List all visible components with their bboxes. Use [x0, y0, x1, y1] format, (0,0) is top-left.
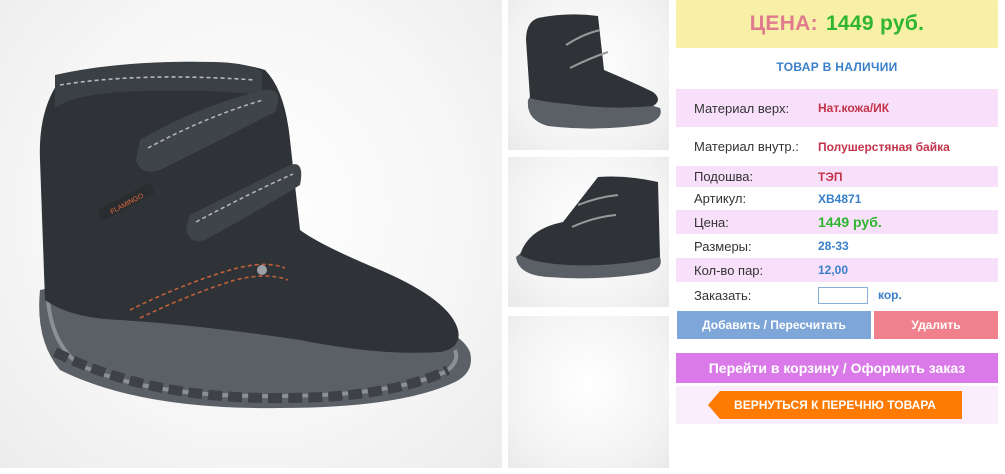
main-product-photo[interactable]: FLAMINGO [0, 0, 502, 468]
thumbnail-2[interactable] [508, 157, 669, 307]
attr-row-pairs-count: Кол-во пар: 12,00 [676, 258, 998, 282]
attr-row-price: Цена: 1449 руб. [676, 210, 998, 234]
attr-value: Нат.кожа/ИК [818, 101, 890, 115]
delete-button[interactable]: Удалить [874, 311, 998, 339]
attr-row-sole: Подошва: ТЭП [676, 166, 998, 187]
back-to-list-button[interactable]: ВЕРНУТЬСЯ К ПЕРЕЧНЮ ТОВАРА [708, 391, 962, 419]
attr-label: Материал верх: [694, 100, 790, 116]
order-label: Заказать: [694, 287, 752, 303]
attr-label: Цена: [694, 214, 729, 230]
price-banner-label: ЦЕНА: [749, 12, 818, 35]
attr-label: Артикул: [694, 191, 747, 206]
add-recalculate-button[interactable]: Добавить / Пересчитать [677, 311, 871, 339]
thumbnail-1[interactable] [508, 0, 669, 150]
attr-row-material-inner: Материал внутр.: Полушерстяная байка [676, 127, 998, 166]
attr-value: 12,00 [818, 263, 849, 277]
price-banner-value: 1449 руб. [825, 12, 925, 35]
attr-row-sizes: Размеры: 28-33 [676, 234, 998, 258]
thumbnail-3[interactable] [508, 316, 669, 468]
attr-value: ТЭП [818, 169, 843, 184]
boot-main-image: FLAMINGO [39, 61, 472, 409]
attr-label: Размеры: [694, 238, 752, 254]
attr-value: Полушерстяная байка [818, 139, 950, 154]
price-banner: ЦЕНА: 1449 руб. [676, 0, 998, 48]
attr-label: Кол-во пар: [694, 262, 764, 278]
stock-status: ТОВАР В НАЛИЧИИ [776, 60, 898, 74]
back-button-container: ВЕРНУТЬСЯ К ПЕРЕЧНЮ ТОВАРА [676, 386, 998, 424]
attr-row-sku: Артикул: XB4871 [676, 187, 998, 210]
order-row: Заказать: кор. [676, 282, 998, 308]
attr-row-material-upper: Материал верх: Нат.кожа/ИК [676, 89, 998, 127]
attr-value: XB4871 [818, 191, 862, 206]
attr-value: 1449 руб. [818, 214, 882, 230]
attr-value: 28-33 [818, 239, 849, 253]
boot-thumbnail-image [516, 176, 661, 279]
attr-label: Подошва: [694, 169, 754, 184]
attr-label: Материал внутр.: [694, 139, 799, 154]
order-quantity-input[interactable] [818, 286, 868, 304]
go-to-cart-button[interactable]: Перейти в корзину / Оформить заказ [676, 353, 998, 383]
boot-thumbnail-image [526, 14, 661, 129]
order-unit: кор. [878, 288, 902, 302]
